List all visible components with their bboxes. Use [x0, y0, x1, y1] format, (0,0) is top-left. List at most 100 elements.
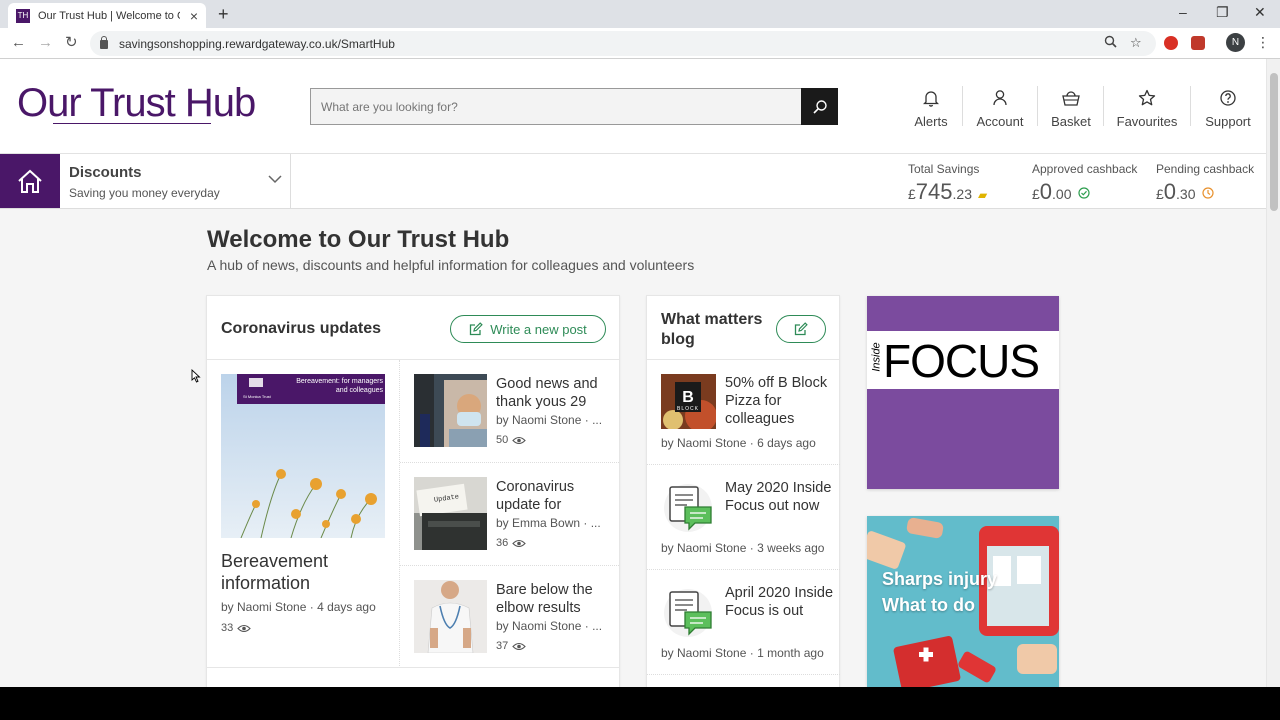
- blog-item-author[interactable]: by Naomi Stone: [661, 436, 746, 450]
- chevron-down-icon: [268, 175, 282, 184]
- edit-icon: [794, 322, 808, 336]
- feature-post-author[interactable]: by Naomi Stone: [221, 600, 306, 614]
- logo-underline: [53, 123, 211, 124]
- star-icon: [1138, 89, 1156, 106]
- tab-favicon: TH: [16, 8, 30, 23]
- browser-tab[interactable]: TH Our Trust Hub | Welcome to Our ×: [8, 3, 206, 28]
- what-matters-blog-card: What matters blog B BLOCK 50% off B Bloc…: [646, 295, 840, 687]
- list-item[interactable]: Good news and thank yous 29 by Naomi Sto…: [400, 360, 619, 463]
- list-item[interactable]: May 2020 Inside Focus out now by Naomi S…: [647, 465, 840, 570]
- bereavement-feature-image[interactable]: Bereavement: for managers and colleagues…: [221, 374, 385, 538]
- feature-post-view-count: 33: [221, 622, 234, 634]
- reload-icon[interactable]: ↻: [65, 34, 78, 52]
- search-button[interactable]: [801, 88, 838, 125]
- post-author[interactable]: by Emma Bown: [496, 516, 580, 530]
- blog-item-meta: by Naomi Stone · 1 month ago: [661, 646, 824, 660]
- address-bar: ← → ↻ savingsonshopping.rewardgateway.co…: [0, 28, 1280, 59]
- vertical-scrollbar[interactable]: [1266, 59, 1280, 687]
- url-field[interactable]: savingsonshopping.rewardgateway.co.uk/Sm…: [90, 31, 1156, 56]
- post-title: Bare below the elbow results: [496, 582, 593, 616]
- nav-favourites[interactable]: Favourites: [1114, 87, 1180, 129]
- chat-document-icon: [661, 584, 716, 639]
- bell-icon: [923, 91, 939, 107]
- feature-post-title[interactable]: Bereavement information: [221, 550, 381, 594]
- site-logo[interactable]: Our Trust Hub: [17, 81, 256, 126]
- nav-basket[interactable]: Basket: [1048, 87, 1094, 129]
- post-meta: by Emma Bown · ...: [496, 516, 601, 530]
- approved-minor: .00: [1052, 186, 1072, 202]
- scrollbar-thumb[interactable]: [1270, 73, 1278, 211]
- tab-close-icon[interactable]: ×: [190, 9, 198, 23]
- nav-support[interactable]: Support: [1200, 87, 1256, 129]
- post-time-truncated: ...: [592, 619, 603, 633]
- feature-post-views: 33: [221, 622, 252, 634]
- total-savings-currency: £: [908, 186, 916, 202]
- nav-account[interactable]: Account: [972, 87, 1028, 129]
- bookmark-star-icon[interactable]: ☆: [1130, 35, 1142, 51]
- blog-item-title: May 2020 Inside Focus out now: [725, 480, 832, 514]
- post-thumbnail: [414, 374, 487, 447]
- browser-tab-bar: TH Our Trust Hub | Welcome to Our × + – …: [0, 0, 1280, 28]
- window-close-icon[interactable]: ✕: [1254, 4, 1266, 20]
- blog-item-author[interactable]: by Naomi Stone: [661, 541, 746, 555]
- approved-cashback[interactable]: Approved cashback £ 0 .00: [1032, 162, 1137, 205]
- discounts-dropdown[interactable]: Discounts Saving you money everyday: [60, 154, 291, 208]
- nav-account-label: Account: [976, 114, 1024, 129]
- blog-item-meta: by Naomi Stone · 6 days ago: [661, 436, 816, 450]
- screen-bottom-bar: [0, 687, 1280, 720]
- post-view-count: 50: [496, 434, 509, 446]
- post-views: 37: [496, 640, 527, 652]
- list-item[interactable]: Bare below the elbow results by Naomi St…: [400, 566, 619, 669]
- pending-cashback[interactable]: Pending cashback £ 0 .30: [1156, 162, 1254, 205]
- home-button[interactable]: [0, 154, 60, 208]
- extension-shield-icon[interactable]: [1191, 36, 1205, 50]
- total-savings[interactable]: Total Savings £ 745 .23 ▰: [908, 162, 987, 205]
- page-title: Welcome to Our Trust Hub: [207, 226, 510, 253]
- list-item[interactable]: Update Coronavirus update for by Emma Bo…: [400, 463, 619, 566]
- post-author[interactable]: by Naomi Stone: [496, 413, 581, 427]
- help-icon: [1220, 90, 1236, 106]
- post-author[interactable]: by Naomi Stone: [496, 619, 581, 633]
- discounts-subtitle: Saving you money everyday: [69, 186, 220, 200]
- total-savings-major: 745: [915, 179, 953, 204]
- blog-item-author[interactable]: by Naomi Stone: [661, 646, 746, 660]
- extension-red-icon[interactable]: [1164, 36, 1178, 50]
- profile-avatar[interactable]: N: [1226, 33, 1245, 52]
- feature-image-caption: Bereavement: for managers and colleagues: [296, 378, 383, 394]
- sharps-line-1: Sharps injury: [882, 569, 998, 589]
- mouse-cursor-icon: [191, 369, 201, 383]
- sharps-injury-promo[interactable]: Sharps injury What to do: [867, 516, 1059, 687]
- coronavirus-card-title: Coronavirus updates: [221, 320, 382, 337]
- search-input[interactable]: [311, 89, 791, 124]
- nav-divider: [1190, 86, 1191, 126]
- write-new-post-button[interactable]: Write a new post: [450, 315, 606, 343]
- nav-favourites-label: Favourites: [1116, 114, 1178, 129]
- approved-major: 0: [1039, 179, 1053, 204]
- zoom-icon[interactable]: [1104, 35, 1117, 51]
- post-time-truncated: ...: [590, 516, 601, 530]
- post-thumbnail: [414, 580, 487, 653]
- search-icon: [812, 99, 827, 114]
- eye-icon: [512, 539, 527, 547]
- feature-post-meta: by Naomi Stone · 4 days ago: [221, 600, 376, 614]
- total-savings-label: Total Savings: [908, 162, 980, 176]
- blog-item-meta: by Naomi Stone · 3 weeks ago: [661, 541, 825, 555]
- forward-icon[interactable]: →: [38, 34, 53, 52]
- nav-alerts[interactable]: Alerts: [911, 87, 951, 129]
- sharps-line-2: What to do: [882, 595, 975, 615]
- list-item[interactable]: April 2020 Inside Focus is out by Naomi …: [647, 570, 840, 675]
- new-tab-icon[interactable]: +: [218, 4, 229, 24]
- approved-currency: £: [1032, 186, 1040, 202]
- post-views: 50: [496, 434, 527, 446]
- browser-menu-icon[interactable]: ⋮: [1256, 34, 1270, 51]
- nav-alerts-label: Alerts: [914, 114, 948, 129]
- maximize-icon[interactable]: ❐: [1216, 4, 1229, 20]
- card-footer-divider: [207, 667, 619, 668]
- inside-focus-promo[interactable]: Inside FOCUS: [867, 296, 1059, 489]
- back-icon[interactable]: ←: [11, 34, 26, 52]
- blog-write-button[interactable]: [776, 315, 826, 343]
- minimize-icon[interactable]: –: [1179, 4, 1187, 20]
- list-item[interactable]: B BLOCK 50% off B Block Pizza for collea…: [647, 360, 840, 465]
- blog-item-time: 1 month ago: [757, 646, 824, 660]
- pending-cashback-label: Pending cashback: [1156, 162, 1255, 176]
